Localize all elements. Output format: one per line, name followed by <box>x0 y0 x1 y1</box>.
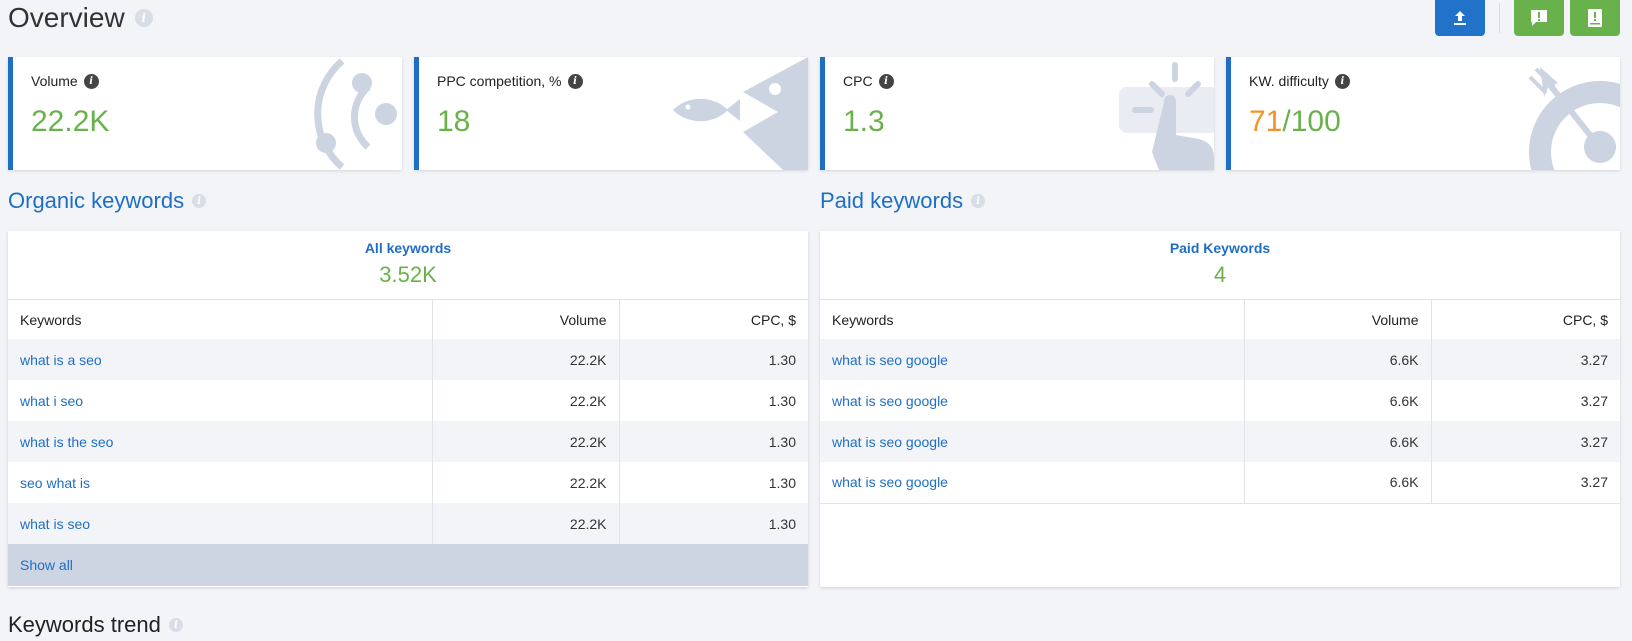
keyword-link[interactable]: what i seo <box>8 380 433 421</box>
column-header-keywords[interactable]: Keywords <box>8 300 433 339</box>
paid-keywords-label[interactable]: Paid Keywords <box>820 240 1620 256</box>
volume-value: 22.2K <box>31 105 110 138</box>
cpc-cell: 1.30 <box>768 392 796 409</box>
cpc-cell: 1.30 <box>768 351 796 368</box>
click-illustration <box>1119 62 1214 170</box>
metric-cards: Volume i 22.2K PPC competition, % i 18 CPC… <box>8 57 1620 170</box>
info-icon[interactable]: i <box>134 9 153 27</box>
keyword-link[interactable]: what is seo google <box>820 339 1245 380</box>
keyword-link[interactable]: what is the seo <box>8 421 433 462</box>
info-icon[interactable]: i <box>168 618 183 632</box>
table-row: what is seo google 6.6K 3.27 <box>820 421 1620 462</box>
table-row: seo what is 22.2K 1.30 <box>8 462 808 503</box>
help-book-icon <box>1588 9 1602 27</box>
volume-cell: 22.2K <box>432 339 620 380</box>
feedback-button[interactable] <box>1514 0 1564 36</box>
page-title: Overview <box>8 2 125 33</box>
kw-difficulty-card: KW. difficulty i 71/100 <box>1226 57 1620 170</box>
volume-label: Volume <box>31 73 78 89</box>
all-keywords-count: 3.52K <box>379 262 437 287</box>
table-row: what is seo google 6.6K 3.27 <box>820 462 1620 503</box>
table-row: what is seo google 6.6K 3.27 <box>820 380 1620 421</box>
alert-icon <box>1531 10 1547 26</box>
cpc-cell: 1.30 <box>768 433 796 450</box>
volume-cell: 6.6K <box>1244 462 1432 503</box>
volume-cell: 6.6K <box>1244 339 1432 380</box>
volume-cell: 22.2K <box>432 503 620 544</box>
help-button[interactable] <box>1570 0 1620 36</box>
keyword-link[interactable]: what is seo google <box>820 462 1245 503</box>
info-icon[interactable]: i <box>878 73 894 89</box>
table-row: what i seo 22.2K 1.30 <box>8 380 808 421</box>
volume-card: Volume i 22.2K <box>8 57 402 170</box>
table-header-row: Keywords Volume CPC, $ <box>8 300 808 339</box>
divider <box>1499 3 1500 33</box>
table-row: what is the seo 22.2K 1.30 <box>8 421 808 462</box>
table-row: what is a seo 22.2K 1.30 <box>8 339 808 380</box>
cpc-cell: 3.27 <box>1580 474 1608 491</box>
keywords-trend-heading: Keywords trend <box>8 612 161 637</box>
keyword-link[interactable]: what is seo google <box>820 421 1245 462</box>
organic-keywords-table: Keywords Volume CPC, $ what is a seo 22.2… <box>8 300 808 544</box>
info-icon[interactable]: i <box>1334 73 1350 89</box>
keyword-link[interactable]: seo what is <box>8 462 433 503</box>
cpc-cell: 3.27 <box>1580 351 1608 368</box>
keyword-link[interactable]: what is a seo <box>8 339 433 380</box>
orbit-illustration <box>314 58 397 170</box>
volume-cell: 6.6K <box>1244 421 1432 462</box>
paid-keywords-heading[interactable]: Paid keywords <box>820 188 963 214</box>
keyword-link[interactable]: what is seo <box>8 503 433 544</box>
table-row: what is seo google 6.6K 3.27 <box>820 339 1620 380</box>
column-header-volume[interactable]: Volume <box>1244 300 1432 339</box>
organic-keywords-panel: All keywords 3.52K Keywords Volume CPC, … <box>8 231 808 587</box>
volume-cell: 22.2K <box>432 380 620 421</box>
info-icon[interactable]: i <box>83 73 99 89</box>
kw-difficulty-value: 71/100 <box>1249 105 1341 139</box>
kw-difficulty-label: KW. difficulty <box>1249 73 1329 89</box>
paid-keywords-count: 4 <box>1213 262 1227 287</box>
volume-cell: 6.6K <box>1244 380 1432 421</box>
fish-illustration <box>673 57 808 170</box>
ppc-competition-value: 18 <box>437 105 471 138</box>
cpc-value: 1.3 <box>843 105 885 138</box>
ppc-competition-label: PPC competition, % <box>437 73 562 89</box>
info-icon[interactable]: i <box>192 194 207 208</box>
column-header-cpc[interactable]: CPC, $ <box>1431 300 1620 339</box>
all-keywords-label[interactable]: All keywords <box>8 240 808 256</box>
target-illustration <box>1528 67 1620 170</box>
ppc-competition-card: PPC competition, % i 18 <box>414 57 808 170</box>
export-button[interactable] <box>1435 0 1485 36</box>
page-header: Overview i <box>8 0 153 36</box>
kw-difficulty-score: 71 <box>1249 105 1283 138</box>
volume-cell: 22.2K <box>432 462 620 503</box>
paid-keywords-panel: Paid Keywords 4 Keywords Volume CPC, $ w… <box>820 231 1620 587</box>
upload-icon <box>1454 11 1466 25</box>
column-header-keywords[interactable]: Keywords <box>820 300 1245 339</box>
paid-keywords-title[interactable]: Paid keywords i <box>820 188 986 214</box>
kw-difficulty-max: /100 <box>1282 105 1341 138</box>
volume-cell: 22.2K <box>432 421 620 462</box>
paid-keywords-table: Keywords Volume CPC, $ what is seo googl… <box>820 300 1620 504</box>
cpc-card: CPC i 1.3 <box>820 57 1214 170</box>
keywords-trend-title: Keywords trend i <box>8 612 183 638</box>
table-row: what is seo 22.2K 1.30 <box>8 503 808 544</box>
cpc-cell: 3.27 <box>1580 392 1608 409</box>
cpc-label: CPC <box>843 73 873 89</box>
column-header-volume[interactable]: Volume <box>432 300 620 339</box>
table-header-row: Keywords Volume CPC, $ <box>820 300 1620 339</box>
top-actions <box>1435 0 1632 36</box>
cpc-cell: 3.27 <box>1580 433 1608 450</box>
organic-summary: All keywords 3.52K <box>8 231 808 300</box>
organic-keywords-title[interactable]: Organic keywords i <box>8 188 207 214</box>
organic-keywords-heading[interactable]: Organic keywords <box>8 188 184 214</box>
cpc-cell: 1.30 <box>768 515 796 532</box>
info-icon[interactable]: i <box>567 73 583 89</box>
show-all-button[interactable]: Show all <box>8 544 808 586</box>
column-header-cpc[interactable]: CPC, $ <box>619 300 808 339</box>
info-icon[interactable]: i <box>971 194 986 208</box>
paid-summary: Paid Keywords 4 <box>820 231 1620 300</box>
cpc-cell: 1.30 <box>768 474 796 491</box>
keyword-link[interactable]: what is seo google <box>820 380 1245 421</box>
